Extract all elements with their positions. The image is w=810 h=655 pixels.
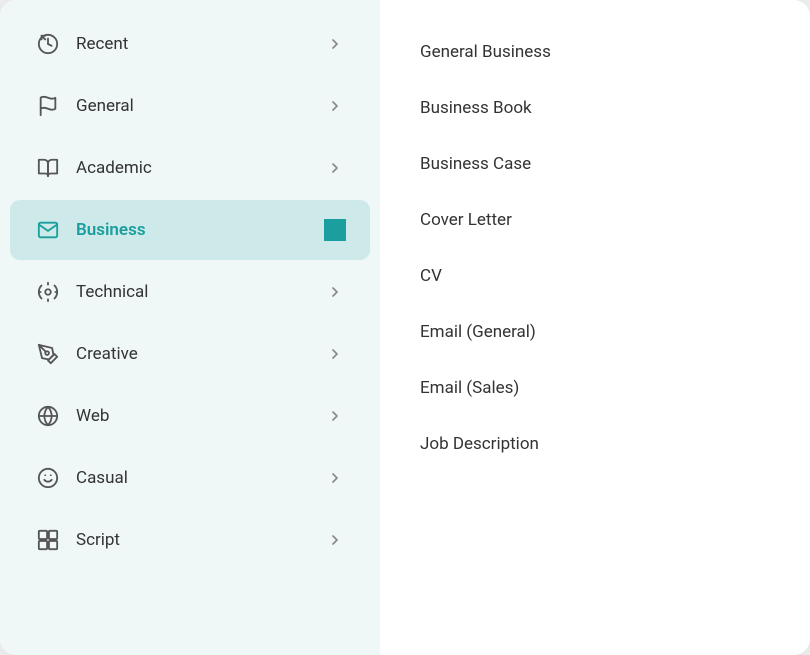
sidebar-item-business[interactable]: Business: [10, 200, 370, 260]
sidebar-item-creative[interactable]: Creative: [10, 324, 370, 384]
sidebar-item-script[interactable]: Script: [10, 510, 370, 570]
sidebar-item-technical-label: Technical: [76, 282, 324, 302]
business-chevron: [324, 219, 346, 241]
casual-chevron: [324, 467, 346, 489]
main-card: Recent General: [0, 0, 810, 655]
sidebar: Recent General: [0, 0, 380, 655]
sidebar-item-creative-label: Creative: [76, 344, 324, 364]
sidebar-item-academic[interactable]: Academic: [10, 138, 370, 198]
creative-chevron: [324, 343, 346, 365]
sidebar-item-casual[interactable]: Casual: [10, 448, 370, 508]
content-item-3[interactable]: Cover Letter: [420, 192, 770, 248]
web-icon: [34, 402, 62, 430]
sidebar-item-recent[interactable]: Recent: [10, 14, 370, 74]
recent-chevron: [324, 33, 346, 55]
content-panel: General Business Business Book Business …: [380, 0, 810, 655]
creative-icon: [34, 340, 62, 368]
script-chevron: [324, 529, 346, 551]
content-item-2[interactable]: Business Case: [420, 136, 770, 192]
web-chevron: [324, 405, 346, 427]
sidebar-item-script-label: Script: [76, 530, 324, 550]
content-item-7[interactable]: Job Description: [420, 416, 770, 472]
sidebar-item-casual-label: Casual: [76, 468, 324, 488]
sidebar-item-academic-label: Academic: [76, 158, 324, 178]
sidebar-item-general-label: General: [76, 96, 324, 116]
technical-icon: [34, 278, 62, 306]
content-item-5[interactable]: Email (General): [420, 304, 770, 360]
academic-chevron: [324, 157, 346, 179]
content-item-0[interactable]: General Business: [420, 24, 770, 80]
sidebar-item-business-label: Business: [76, 220, 324, 240]
content-item-6[interactable]: Email (Sales): [420, 360, 770, 416]
sidebar-item-general[interactable]: General: [10, 76, 370, 136]
general-icon: [34, 92, 62, 120]
sidebar-item-web-label: Web: [76, 406, 324, 426]
sidebar-item-web[interactable]: Web: [10, 386, 370, 446]
technical-chevron: [324, 281, 346, 303]
sidebar-item-recent-label: Recent: [76, 34, 324, 54]
script-icon: [34, 526, 62, 554]
casual-icon: [34, 464, 62, 492]
sidebar-item-technical[interactable]: Technical: [10, 262, 370, 322]
content-item-1[interactable]: Business Book: [420, 80, 770, 136]
business-icon: [34, 216, 62, 244]
content-item-4[interactable]: CV: [420, 248, 770, 304]
recent-icon: [34, 30, 62, 58]
academic-icon: [34, 154, 62, 182]
general-chevron: [324, 95, 346, 117]
